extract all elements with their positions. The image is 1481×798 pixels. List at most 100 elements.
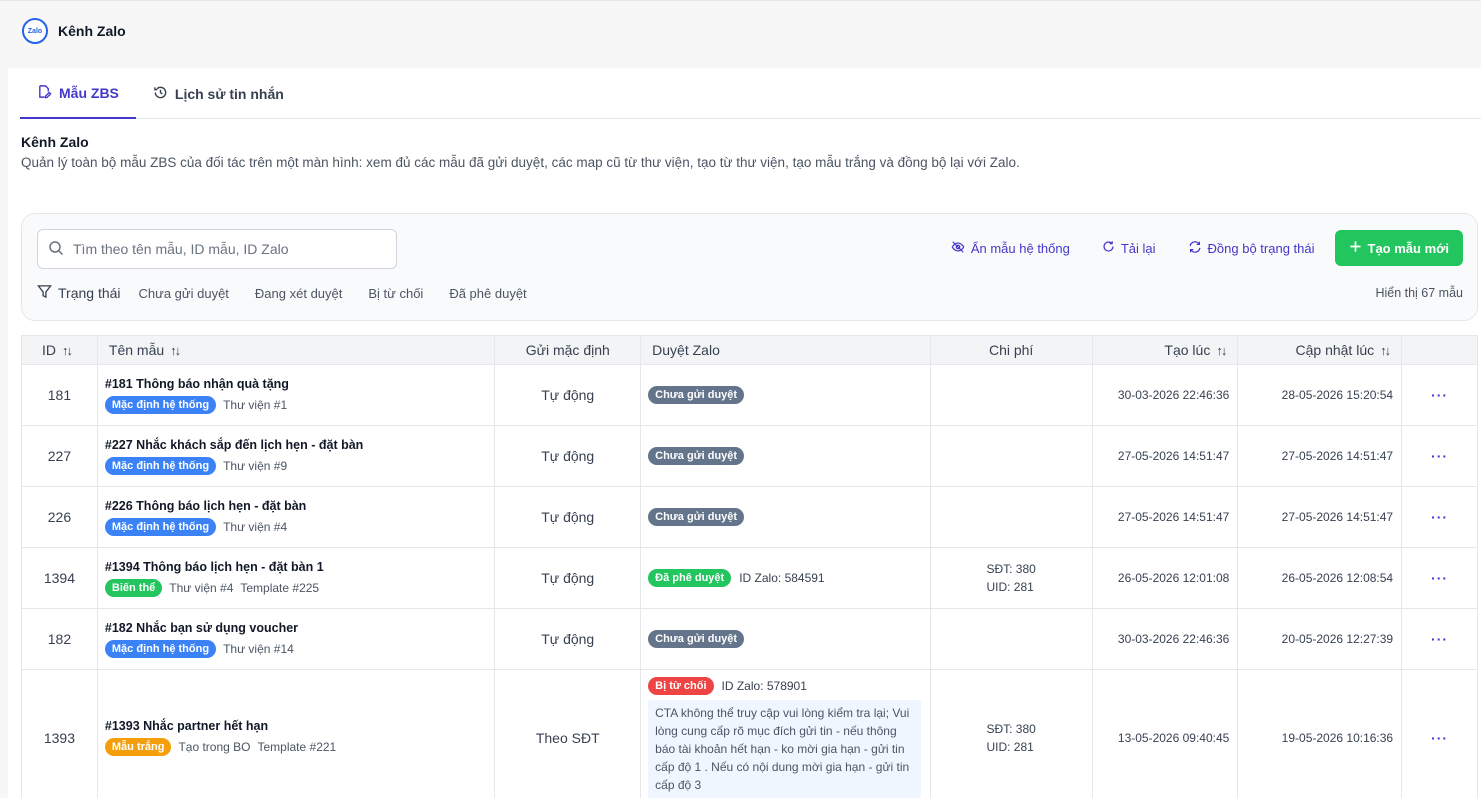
tab-message-history[interactable]: Lịch sử tin nhắn	[136, 68, 301, 119]
row-id: 227	[47, 448, 72, 464]
cost-uid: UID: 281	[986, 739, 1034, 754]
filter-chip-approved[interactable]: Đã phê duyệt	[449, 286, 526, 301]
created-at: 27-05-2026 14:51:47	[1117, 449, 1230, 463]
status-label-text: Trạng thái	[58, 285, 121, 301]
hide-system-label: Ẩn mẫu hệ thống	[970, 240, 1070, 256]
template-ref: Template #225	[240, 580, 320, 595]
header-actions	[1402, 336, 1477, 364]
created-at: 13-05-2026 09:40:45	[1117, 730, 1230, 745]
updated-at: 28-05-2026 15:20:54	[1281, 388, 1394, 402]
filter-chip-not-submitted[interactable]: Chưa gửi duyệt	[139, 286, 229, 301]
reload-label: Tải lại	[1120, 240, 1156, 256]
header-id[interactable]: ID ↑↓	[22, 336, 98, 364]
blank-template-badge: Mẫu trắng	[104, 738, 172, 756]
filter-chip-in-review[interactable]: Đang xét duyệt	[255, 286, 342, 301]
cost-uid: UID: 281	[986, 580, 1034, 594]
template-name: #182 Nhắc bạn sử dụng voucher	[104, 620, 299, 635]
updated-at: 27-05-2026 14:51:47	[1281, 449, 1394, 463]
table-row[interactable]: 182 #182 Nhắc bạn sử dụng voucher Mặc đị…	[22, 609, 1477, 670]
create-template-label: Tạo mẫu mới	[1367, 240, 1449, 256]
sort-icon: ↑↓	[1380, 342, 1391, 358]
filter-chip-rejected[interactable]: Bị từ chối	[368, 286, 423, 301]
system-default-badge: Mặc định hệ thống	[104, 456, 217, 475]
library-ref: Thư viện #14	[223, 641, 294, 656]
header-updated[interactable]: Cập nhật lúc ↑↓	[1238, 336, 1403, 364]
variant-badge: Biến thể	[104, 578, 163, 597]
reload-button[interactable]: Tải lại	[1086, 230, 1172, 266]
table-row[interactable]: 1394 #1394 Thông báo lịch hẹn - đặt bàn …	[22, 548, 1477, 609]
created-at: 26-05-2026 12:01:08	[1117, 571, 1230, 585]
header-zalo-review: Duyệt Zalo	[641, 336, 931, 364]
created-at: 27-05-2026 14:51:47	[1117, 510, 1230, 524]
rejection-reason: CTA không thể truy cập vui lòng kiểm tra…	[648, 700, 922, 798]
cost-info: SĐT: 380 UID: 281	[986, 720, 1035, 756]
status-badge: Chưa gửi duyệt	[648, 386, 745, 404]
tab-label: Mẫu ZBS	[59, 84, 119, 101]
template-name: #1393 Nhắc partner hết hạn	[104, 719, 269, 733]
status-filter-label: Trạng thái	[37, 284, 121, 302]
row-menu-icon[interactable]: ···	[1431, 570, 1448, 586]
templates-table: ID ↑↓ Tên mẫu ↑↓ Gửi mặc định Duyệt Zalo C…	[21, 335, 1478, 798]
cost-info: SĐT: 380 UID: 281	[986, 560, 1035, 596]
app-header: Zalo Kênh Zalo	[22, 18, 126, 44]
zalo-logo: Zalo	[22, 18, 48, 44]
updated-at: 27-05-2026 14:51:47	[1281, 510, 1394, 524]
edit-icon	[37, 84, 52, 102]
row-menu-icon[interactable]: ···	[1431, 730, 1448, 746]
search-input[interactable]	[73, 241, 373, 257]
tab-zbs-templates[interactable]: Mẫu ZBS	[20, 68, 136, 119]
top-divider	[0, 0, 1481, 3]
search-box[interactable]	[37, 229, 397, 269]
create-template-button[interactable]: Tạo mẫu mới	[1334, 230, 1463, 266]
send-default-value: Tự động	[541, 631, 595, 647]
sort-icon: ↑↓	[1216, 342, 1227, 358]
tab-label: Lịch sử tin nhắn	[174, 85, 284, 102]
section-title: Kênh Zalo	[21, 134, 89, 150]
row-menu-icon[interactable]: ···	[1431, 631, 1448, 647]
library-ref: Thư viện #9	[223, 458, 288, 473]
row-id: 1394	[43, 570, 76, 586]
status-badge: Chưa gửi duyệt	[648, 508, 745, 526]
row-id: 1393	[43, 729, 76, 746]
row-menu-icon[interactable]: ···	[1431, 387, 1448, 403]
row-menu-icon[interactable]: ···	[1431, 509, 1448, 525]
table-row[interactable]: 181 #181 Thông báo nhận quà tặng Mặc địn…	[22, 365, 1477, 426]
sync-status-label: Đồng bộ trạng thái	[1207, 240, 1315, 256]
send-default-value: Tự động	[541, 570, 595, 586]
template-name: #181 Thông báo nhận quà tặng	[104, 376, 289, 391]
updated-at: 26-05-2026 12:08:54	[1281, 571, 1394, 585]
send-default-value: Tự động	[541, 509, 595, 525]
status-badge: Chưa gửi duyệt	[648, 447, 745, 465]
template-name: #1394 Thông báo lịch hẹn - đặt bàn 1	[104, 559, 324, 574]
reload-icon	[1102, 240, 1115, 256]
sync-status-button[interactable]: Đồng bộ trạng thái	[1172, 230, 1331, 266]
updated-at: 19-05-2026 10:16:36	[1281, 730, 1394, 745]
result-count: Hiển thị 67 mẫu	[1375, 286, 1463, 300]
section-description: Quản lý toàn bộ mẫu ZBS của đối tác trên…	[21, 155, 1020, 170]
main-panel: Mẫu ZBS Lịch sử tin nhắn Kênh Zalo Quản …	[8, 68, 1481, 798]
template-ref: Template #221	[257, 740, 337, 754]
sort-icon: ↑↓	[170, 342, 181, 358]
created-at: 30-03-2026 22:46:36	[1117, 632, 1230, 646]
system-default-badge: Mặc định hệ thống	[104, 639, 217, 658]
tab-bar: Mẫu ZBS Lịch sử tin nhắn	[20, 68, 1481, 119]
status-filter-row: Trạng thái Chưa gửi duyệt Đang xét duyệt…	[37, 284, 1463, 302]
table-row[interactable]: 1393 #1393 Nhắc partner hết hạn Mẫu trắn…	[22, 670, 1477, 798]
template-name: #227 Nhắc khách sắp đến lịch hẹn - đặt b…	[104, 437, 364, 452]
hide-system-button[interactable]: Ẩn mẫu hệ thống	[935, 230, 1086, 266]
updated-at: 20-05-2026 12:27:39	[1281, 632, 1394, 646]
table-row[interactable]: 227 #227 Nhắc khách sắp đến lịch hẹn - đ…	[22, 426, 1477, 487]
table-row[interactable]: 226 #226 Thông báo lịch hẹn - đặt bàn Mặ…	[22, 487, 1477, 548]
system-default-badge: Mặc định hệ thống	[104, 395, 217, 414]
row-id: 182	[47, 631, 72, 647]
header-created[interactable]: Tạo lúc ↑↓	[1093, 336, 1239, 364]
row-menu-icon[interactable]: ···	[1431, 448, 1448, 464]
system-default-badge: Mặc định hệ thống	[104, 517, 217, 536]
sync-icon	[1188, 240, 1202, 257]
status-badge: Chưa gửi duyệt	[648, 630, 745, 648]
library-ref: Thư viện #4	[169, 580, 234, 595]
send-default-value: Tự động	[541, 448, 595, 464]
sort-icon: ↑↓	[62, 342, 73, 358]
header-name[interactable]: Tên mẫu ↑↓	[98, 336, 496, 364]
app-title: Kênh Zalo	[58, 23, 126, 39]
